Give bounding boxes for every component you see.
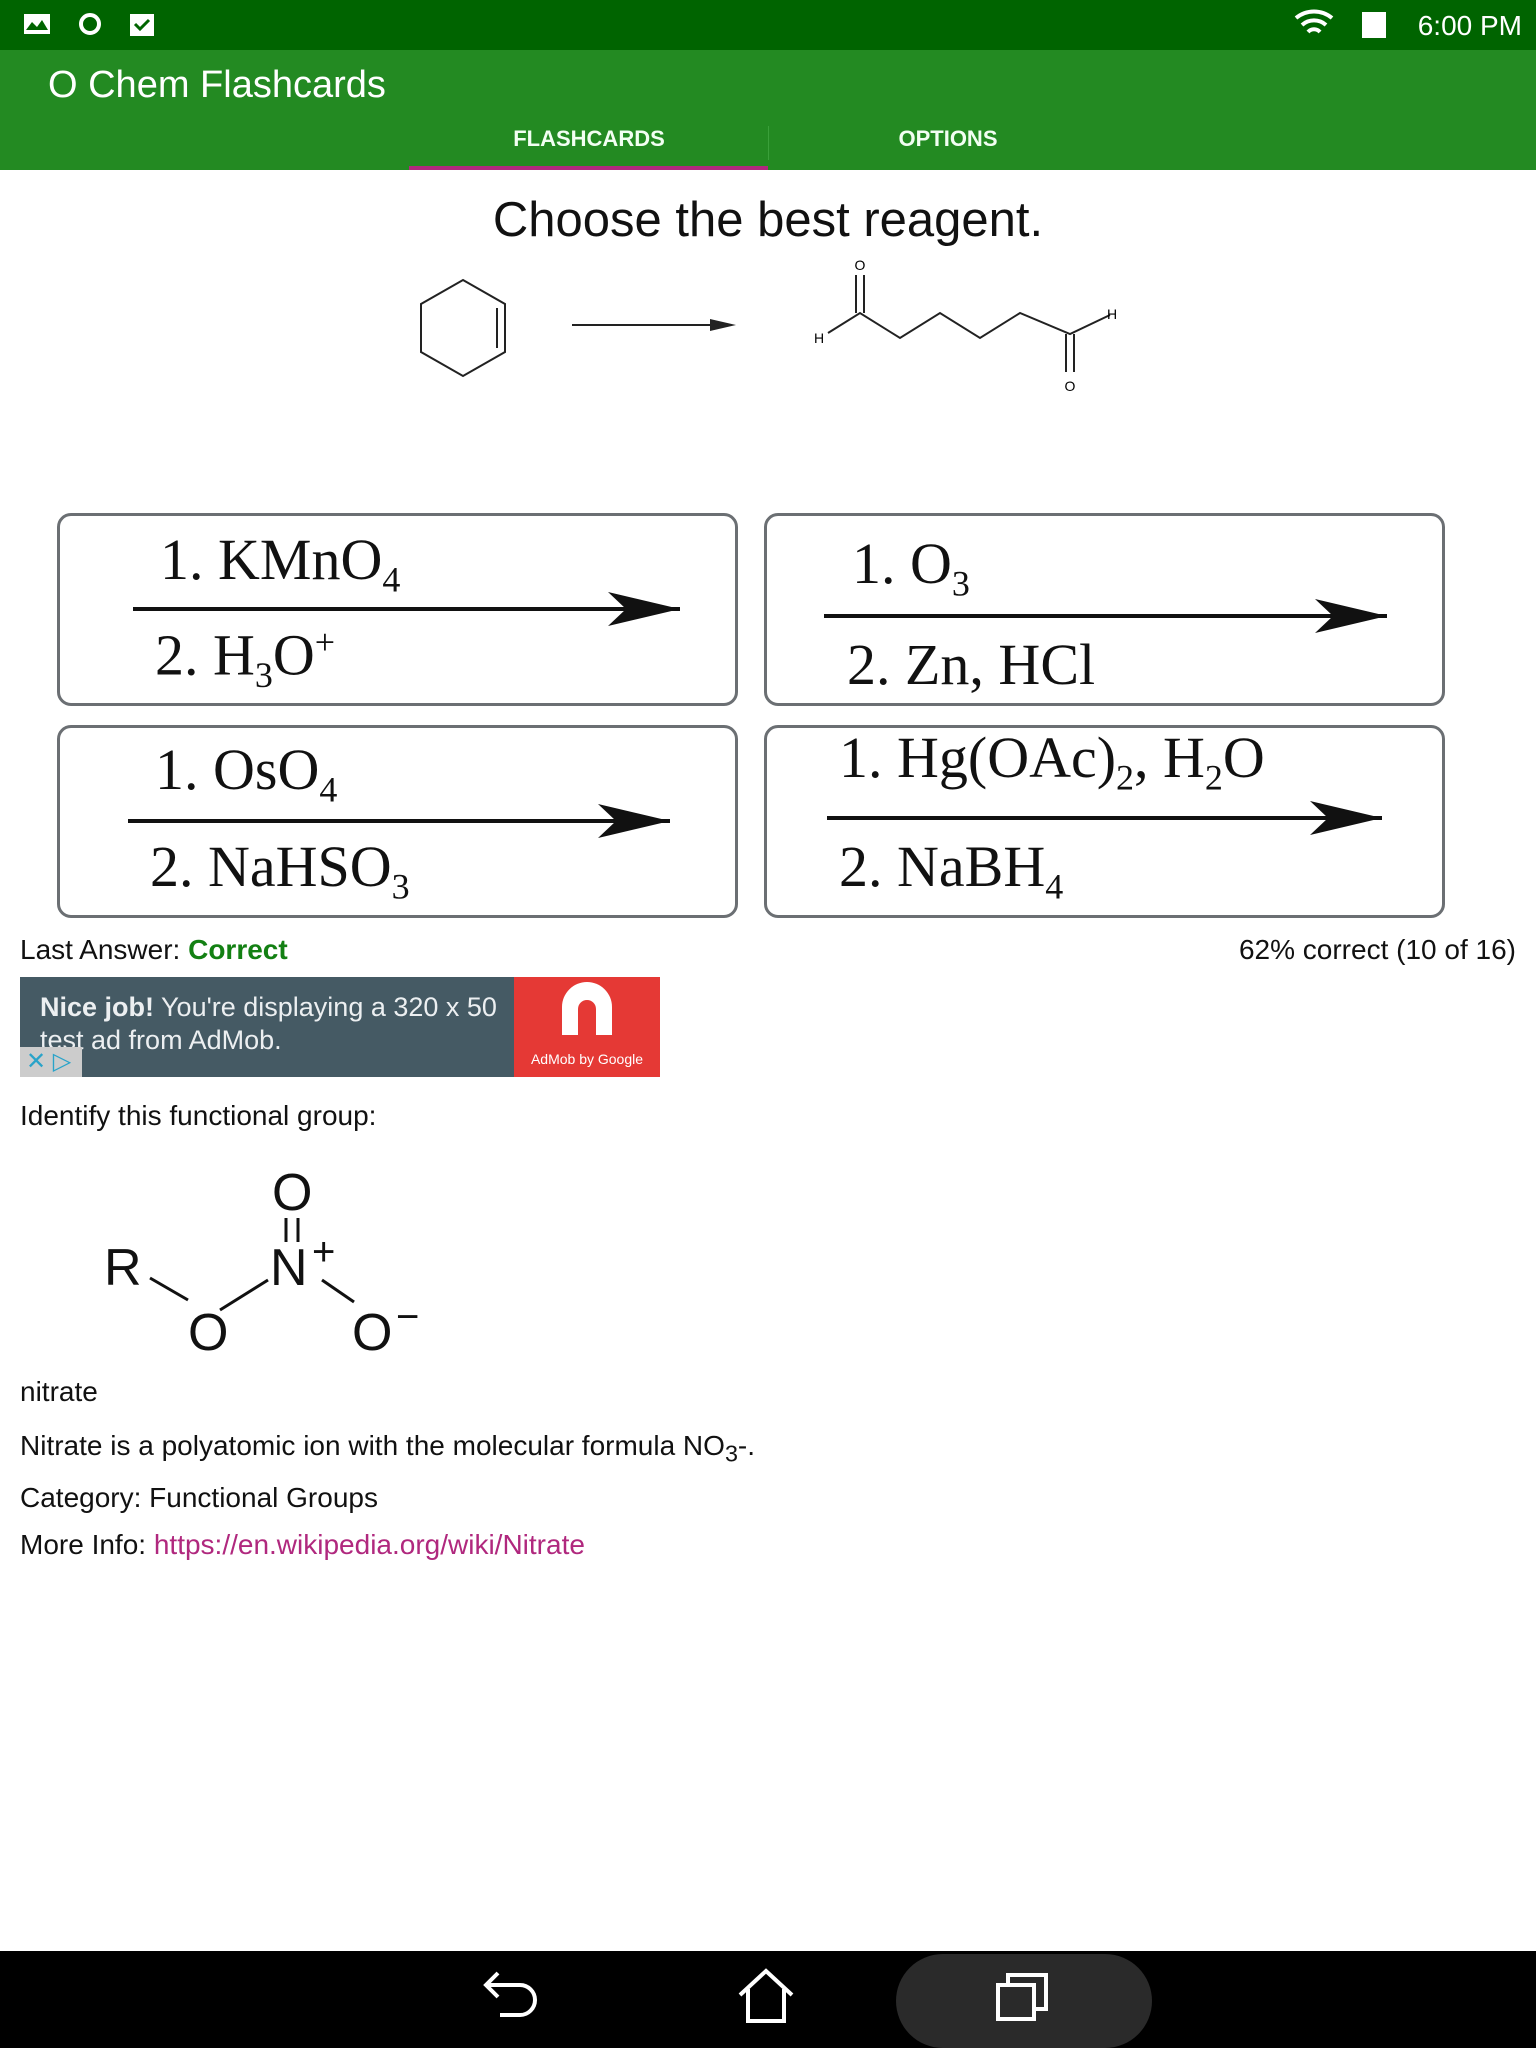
svg-text:O: O (188, 1304, 228, 1360)
answer-option-oso4[interactable]: 1. OsO4 2. NaHSO3 (57, 725, 738, 918)
ad-choices-icon[interactable]: ✕ ▷ (20, 1047, 82, 1077)
svg-text:H: H (1107, 306, 1117, 322)
recents-icon[interactable] (996, 1973, 1048, 2021)
home-icon[interactable] (738, 1968, 794, 2023)
answer-name: nitrate (20, 1376, 98, 1407)
score: 62% correct (10 of 16) (1238, 934, 1516, 965)
label-o: O (855, 257, 866, 273)
svg-text:O: O (1065, 378, 1076, 394)
svg-text:O: O (352, 1304, 392, 1360)
admob-logo: AdMob by Google (514, 977, 660, 1077)
notification-icons (24, 13, 154, 36)
app-title: O Chem Flashcards (48, 64, 386, 106)
back-icon[interactable] (483, 1971, 537, 2017)
gallery-icon (24, 14, 50, 34)
reaction-diagram: O O H H (420, 257, 1117, 394)
svg-text:R: R (104, 1239, 142, 1297)
clipboard-check-icon (130, 14, 154, 36)
answer-description: Nitrate is a polyatomic ion with the mol… (20, 1430, 756, 1467)
sync-icon (79, 13, 101, 35)
answer-option-ozonolysis[interactable]: 1. O3 2. Zn, HCl (764, 513, 1445, 706)
answer-option-oxymercuration[interactable]: 1. Hg(OAc)2, H2O 2. NaBH4 (764, 725, 1445, 918)
more-info: More Info: https://en.wikipedia.org/wiki… (20, 1529, 585, 1560)
question-prompt: Choose the best reagent. (492, 193, 1044, 247)
last-answer-value: Correct (188, 934, 288, 965)
tab-options[interactable]: OPTIONS (768, 126, 1128, 152)
svg-text:−: − (396, 1295, 419, 1339)
system-icons (1294, 9, 1386, 38)
status-bar: 6:00 PM (0, 0, 1536, 50)
svg-text:+: + (312, 1230, 335, 1274)
last-answer: Last Answer: Correct (20, 934, 288, 965)
hexanedial (827, 311, 1111, 340)
tab-flashcards[interactable]: FLASHCARDS (409, 126, 769, 152)
cyclohexene (420, 278, 506, 378)
clock: 6:00 PM (1417, 10, 1522, 41)
active-tab-indicator (409, 166, 768, 170)
app-bar: O Chem Flashcards FLASHCARDS OPTIONS (0, 50, 1536, 170)
wikipedia-link[interactable]: https://en.wikipedia.org/wiki/Nitrate (154, 1529, 585, 1560)
nitrate-structure: R O N + O O − (104, 1164, 419, 1360)
label-h: H (814, 330, 824, 346)
svg-text:N: N (270, 1239, 308, 1297)
answer-category: Category: Functional Groups (20, 1482, 378, 1513)
wifi-icon (1294, 9, 1334, 34)
battery-icon (1362, 12, 1386, 38)
answer-option-kmno4[interactable]: 1. KMnO4 2. H3O+ (57, 513, 738, 706)
ad-banner[interactable]: Nice job! You're displaying a 320 x 50 t… (20, 977, 660, 1077)
svg-text:O: O (272, 1164, 312, 1222)
previous-prompt: Identify this functional group: (20, 1100, 377, 1131)
navigation-bar (0, 1951, 1536, 2048)
